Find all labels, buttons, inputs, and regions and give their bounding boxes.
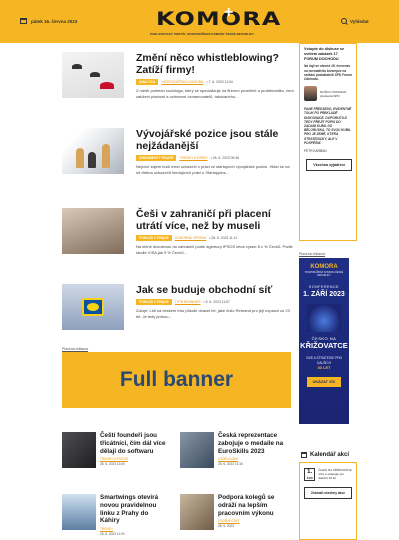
sidebar-person: DUŠKO OSTAMAN předseda SPD [304,86,352,102]
article-card[interactable]: Jak se buduje obchodní síť POHLED Z PRAX… [62,284,294,344]
header-date: pátek 16. června 2023 [20,18,77,24]
sidebar-ad[interactable]: KOMORA HOSPODÁŘSKÁ KOMORA ČESKÉ REPUBLIK… [299,258,349,424]
grid-article-date: 26. 6. 2023 13:15 [218,462,243,467]
grid-article-title[interactable]: Čeští foundeři jsou třicátníci, čím dál … [100,432,168,455]
article-image[interactable] [62,284,124,330]
sidebar-quote-author: PETR KARBAN [304,149,327,154]
event-month: ČVN [306,476,313,480]
grid-article-section[interactable]: OSOBNÍ ČÁST [218,519,286,523]
article-tag[interactable]: ANALÝZA [136,79,159,85]
ad-label: Placená reklama [299,252,326,256]
article-tag[interactable]: ARGUMENTY POUZE [136,155,177,161]
full-banner-text: Full banner [119,368,234,391]
grid-article-section[interactable]: TRENDY [100,527,168,531]
article-image[interactable] [62,128,124,174]
ad-vize: VIZE A STRATEGIE PRO DALŠÍCH [305,356,343,365]
event-day: 1. [307,469,313,475]
calendar-box: 1. ČVN ČLENI NA KŘIŽOVATCE Vize a strate… [299,462,357,540]
article-section[interactable]: TETA BRANNER [175,300,201,304]
article-section[interactable]: TRENDY A FIRMY [179,156,207,160]
event-date-box: 1. ČVN [304,468,316,481]
article-image[interactable] [62,52,124,98]
grid-article-date: 26. 6. 2023 11:00 [100,532,125,537]
avatar [304,86,317,102]
grid-article-date: 26. 6. 2023 [218,524,234,529]
sidebar-box-intro: Na háji se otevírá 15. červenec na norma… [304,64,352,81]
grid-article-title[interactable]: Smartwings otevírá novou pravidelnou lin… [100,494,168,525]
sidebar-opinion-box: Vstupte do diskuse se světem zakázek 17 … [299,43,357,241]
grid-article-title[interactable]: Podpora kolegů se odráží na lepším praco… [218,494,286,517]
lidl-logo [82,298,104,316]
ad-graphic [307,304,341,332]
grid-article[interactable]: Čeští foundeři jsou třicátníci, čím dál … [62,432,172,472]
article-perex: Z médií pohledu sociologa, který se spec… [136,88,294,99]
logo-plus: + [224,4,234,21]
article-title[interactable]: Změní něco whistleblowing? Zatíží firmy! [136,52,294,76]
ad-krizovatce: KŘIŽOVATCE [300,341,348,350]
grid-article-image[interactable] [180,494,214,530]
grid-article-date: 26. 6. 2023 13:00 [100,462,125,467]
calendar-event[interactable]: 1. ČVN ČLENI NA KŘIŽOVATCE Vize a strate… [304,468,352,481]
grid-article[interactable]: Podpora kolegů se odráží na lepším praco… [180,494,290,534]
sidebar-quote: PANE PŘEDSEDO, EVIDENTNĚ TOLIK PO PŘEKLA… [304,107,352,145]
grid-article-image[interactable] [62,432,96,468]
all-events-button[interactable]: Zobrazit všechny akce [304,487,352,499]
article-date: • 5. 6. 2023 11:57 [203,300,230,304]
ad-logo: KOMORA [310,264,338,270]
ad-date: 1. ZÁŘÍ 2023 [303,291,345,298]
ad-logo-sub: HOSPODÁŘSKÁ KOMORA ČESKÉ REPUBLIKY [304,271,344,277]
site-logo[interactable]: KOMORA [156,8,282,30]
all-opinions-button[interactable]: Všechna vyjádření [306,159,352,172]
grid-article-section[interactable]: VZDĚLÁVÁNÍ [218,457,286,461]
search-label: Vyhledat [350,18,369,24]
article-section[interactable]: ODBORNÁ ZPRÁVA [175,236,206,240]
ad-label: Placená reklama [62,347,89,351]
calendar-header: Kalendář akcí [301,452,349,458]
ad-konference: KONFERENCE [309,285,339,289]
grid-article-image[interactable] [62,494,96,530]
header-date-text: pátek 16. června 2023 [31,18,78,24]
article-card[interactable]: Vývojářské pozice jsou stále nejžádanějš… [62,128,294,203]
article-section[interactable]: HOSPODÁŘSKÁ KOMORA [161,80,203,84]
grid-article[interactable]: Smartwings otevírá novou pravidelnou lin… [62,494,172,537]
article-image[interactable] [62,208,124,254]
ad-let: 30 LET [317,365,331,370]
full-banner-ad[interactable]: Full banner [62,352,291,408]
article-date: • 26. 6. 2023 09:46 [210,156,240,160]
event-text: ČLENI NA KŘIŽOVATCE Vize a strategie pro… [318,468,352,480]
search-icon [341,18,347,24]
article-title[interactable]: Jak se buduje obchodní síť [136,284,294,296]
article-perex: Nejvíce zájem budí mezi uchazeči o práci… [136,164,290,175]
article-perex: Na léčné dovolenou do zahraničí podle ag… [136,244,293,255]
person-role: předseda SPD [320,93,340,98]
article-date: • 26. 6. 2023 11:11 [209,236,238,240]
calendar-icon [20,18,27,24]
grid-article[interactable]: Česká reprezentace zabojuje o medaile na… [180,432,290,472]
grid-article-image[interactable] [180,432,214,468]
grid-article-title[interactable]: Česká reprezentace zabojuje o medaile na… [218,432,286,455]
grid-article-section[interactable]: TRENDY A POZOR [100,457,168,461]
article-tag[interactable]: POHLED Z PRAXE [136,299,172,305]
article-card[interactable]: Češi v zahraničí při placení utrátí více… [62,208,294,283]
ad-more-button[interactable]: UKÁZAT VÍC [307,377,341,387]
article-perex: Zdroje: Lidl na českém trhu působí dvace… [136,308,290,319]
article-tag[interactable]: POHLED Z PRAXE [136,235,172,241]
search-button[interactable]: Vyhledat [341,18,369,24]
article-card[interactable]: Změní něco whistleblowing? Zatíží firmy!… [62,52,294,132]
article-title[interactable]: Češi v zahraničí při placení utrátí více… [136,208,294,232]
site-tagline: PUBLICISTICKÝ PORTÁL HOSPODÁŘSKÉ KOMORY … [150,32,254,36]
article-title[interactable]: Vývojářské pozice jsou stále nejžádanějš… [136,128,294,152]
sidebar-box-header: Vstupte do diskuse se světem zakázek 17 … [304,47,345,61]
calendar-title: Kalendář akcí [310,452,350,458]
article-date: • 7. 6. 2023 11:54 [206,80,233,84]
calendar-icon [301,452,307,458]
site-header: pátek 16. června 2023 KOMORA + PUBLICIST… [0,0,399,43]
